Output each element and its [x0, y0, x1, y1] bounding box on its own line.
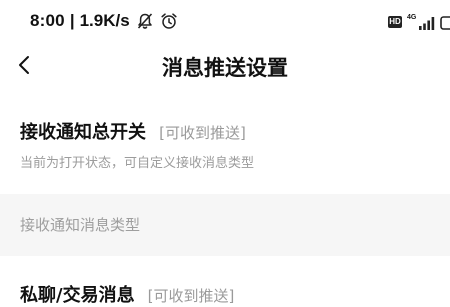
section-header: 接收通知消息类型: [0, 194, 450, 256]
signal-icon: [418, 15, 436, 30]
section-label: 接收通知消息类型: [20, 216, 141, 234]
page-title: 消息推送设置: [162, 56, 288, 80]
setting-title: 接收通知总开关: [20, 122, 146, 143]
network-type-label: 4G: [407, 13, 417, 21]
status-bar: 8:00 | 1.9K/s HD 4G: [0, 0, 450, 40]
alarm-icon: [160, 12, 178, 30]
setting-title-line: 接收通知总开关 [可收到推送]: [20, 118, 246, 144]
setting-master-notification[interactable]: 接收通知总开关 [可收到推送] 当前为打开状态，可自定义接收消息类型: [0, 108, 450, 194]
setting-description: 当前为打开状态，可自定义接收消息类型: [20, 156, 255, 171]
setting-title-line: 私聊/交易消息 [可收到推送]: [20, 281, 234, 307]
navigation-bar: 消息推送设置: [0, 44, 450, 90]
setting-status: [可收到推送]: [147, 287, 235, 305]
notifications-off-icon: [136, 12, 154, 30]
hd-icon: HD: [388, 16, 402, 28]
setting-status: [可收到推送]: [159, 124, 246, 142]
battery-icon: [440, 15, 450, 30]
status-separator: |: [69, 11, 75, 30]
status-left: 8:00 | 1.9K/s: [30, 10, 178, 32]
network-speed: 1.9K/s: [79, 11, 130, 30]
setting-title: 私聊/交易消息: [20, 285, 135, 306]
status-time: 8:00: [30, 11, 65, 30]
status-right: HD 4G: [388, 14, 450, 30]
setting-private-chat-messages[interactable]: 私聊/交易消息 [可收到推送]: [0, 256, 450, 306]
